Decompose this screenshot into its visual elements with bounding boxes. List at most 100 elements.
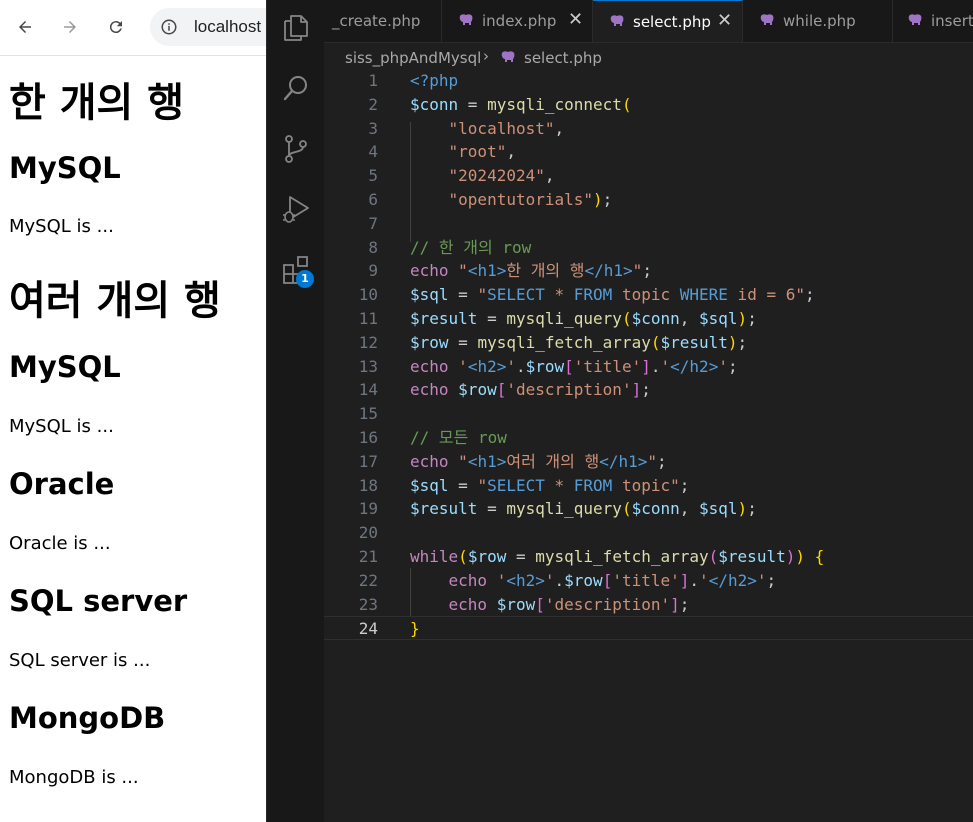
code-token: ; [657,451,667,471]
code-line[interactable]: 14 echo $row['description']; [324,378,973,402]
code-text[interactable]: echo $row['description']; [410,378,651,402]
code-line[interactable]: 19 $result = mysqli_query($conn, $sql); [324,497,973,521]
code-text[interactable]: $sql = "SELECT * FROM topic"; [410,474,689,498]
code-line[interactable]: 22 echo '<h2>'.$row['title'].'</h2>'; [324,569,973,593]
row-title: MySQL [9,350,121,384]
row-title: MySQL [9,151,121,185]
code-token: ' [506,356,516,376]
code-token: $conn [410,94,459,114]
php-file-icon [760,14,774,25]
code-token: WHERE [679,285,728,305]
line-number: 18 [358,475,378,495]
code-text[interactable]: "root", [410,140,516,164]
code-token: ) [727,332,738,352]
close-icon[interactable]: ✕ [717,10,732,31]
address-bar[interactable]: localhost [150,8,266,46]
code-text[interactable]: while($row = mysqli_fetch_array($result)… [410,545,824,569]
arrow-right-icon [64,21,76,33]
code-token: id = 6" [727,285,805,305]
tab-select-php[interactable]: select.php ✕ [593,0,743,42]
code-text[interactable]: "20242024", [410,164,555,188]
code-line[interactable]: 18 $sql = "SELECT * FROM topic"; [324,474,973,498]
code-text[interactable]: echo '<h2>'.$row['title'].'</h2>'; [410,355,738,379]
code-line[interactable]: 3 "localhost", [324,117,973,141]
breadcrumb-file[interactable]: select.php [524,49,602,67]
code-line[interactable]: 17 echo "<h1>여러 개의 행</h1>"; [324,450,973,474]
code-token: FROM [573,285,613,305]
code-token: ' [718,356,728,376]
code-token: ; [766,570,777,590]
search-button[interactable] [280,72,312,104]
code-text[interactable]: $result = mysqli_query($conn, $sql); [410,307,757,331]
code-text[interactable]: $conn = mysqli_connect( [410,93,632,117]
code-line[interactable]: 13 echo '<h2>'.$row['title'].'</h2>'; [324,355,973,379]
code-token: . [554,570,565,590]
code-token: , [544,166,555,186]
code-line[interactable]: 24} [324,616,973,641]
code-token: $row [525,356,565,376]
explorer-button[interactable] [280,12,312,44]
tab-create-php[interactable]: _create.php [324,0,442,42]
breadcrumb-folder[interactable]: siss_phpAndMysql [345,49,481,67]
code-line[interactable]: 2 $conn = mysqli_connect( [324,93,973,117]
code-line[interactable]: 11 $result = mysqli_query($conn, $sql); [324,307,973,331]
code-token: <h2> [467,356,507,376]
line-number: 14 [358,380,378,400]
code-text[interactable]: "localhost", [410,117,565,141]
code-line[interactable]: 7 [324,212,973,236]
code-token: <?php [410,71,459,90]
tab-while-php[interactable]: while.php [743,0,893,42]
code-text[interactable]: "opentutorials"); [410,188,613,212]
run-debug-button[interactable] [280,193,312,225]
code-text[interactable]: echo $row['description']; [410,593,690,617]
php-file-icon [459,14,473,25]
code-text[interactable]: echo '<h2>'.$row['title'].'</h2>'; [410,569,777,593]
line-number: 23 [358,594,378,614]
code-line[interactable]: 10 $sql = "SELECT * FROM topic WHERE id =… [324,283,973,307]
code-token: ; [679,594,690,614]
code-line[interactable]: 1 <?php [324,69,973,93]
line-number: 9 [368,261,378,281]
reload-button[interactable] [101,12,131,42]
code-token: mysqli_fetch_array [535,547,709,566]
row-description: SQL server is ... [9,650,151,671]
code-text[interactable]: echo "<h1>여러 개의 행</h1>"; [410,450,667,474]
code-line[interactable]: 23 echo $row['description']; [324,593,973,617]
code-text[interactable]: <?php [410,69,458,93]
code-line[interactable]: 15 [324,402,973,426]
code-editor[interactable]: 1 <?php 2 $conn = mysqli_connect(3 "localho… [324,71,973,822]
code-line[interactable]: 4 "root", [324,140,973,164]
code-token: " [647,451,658,471]
code-line[interactable]: 6 "opentutorials"); [324,188,973,212]
code-token: = [458,94,488,114]
info-icon[interactable] [160,18,178,36]
breadcrumb: siss_phpAndMysql › select.php [324,43,973,71]
code-text[interactable]: $sql = "SELECT * FROM topic WHERE id = 6… [410,283,815,307]
code-line[interactable]: 9 echo "<h1>한 개의 행</h1>"; [324,259,973,283]
tab-insert-php[interactable]: insert [893,0,973,42]
code-line[interactable]: 8 // 한 개의 row [324,236,973,260]
code-line[interactable]: 12 $row = mysqli_fetch_array($result); [324,331,973,355]
code-text[interactable]: $result = mysqli_query($conn, $sql); [410,497,757,521]
code-line[interactable]: 21 while($row = mysqli_fetch_array($resul… [324,545,973,569]
back-button[interactable] [10,12,40,42]
code-text[interactable]: // 모든 row [410,426,507,450]
code-line[interactable]: 20 [324,521,973,545]
code-line[interactable]: 16 // 모든 row [324,426,973,450]
code-token: echo [448,594,488,614]
code-text[interactable]: echo "<h1>한 개의 행</h1>"; [410,259,652,283]
code-text[interactable]: } [410,617,420,641]
code-text[interactable]: // 한 개의 row [410,236,531,260]
forward-button[interactable] [55,12,85,42]
close-icon[interactable]: ✕ [568,9,583,30]
url-text[interactable]: localhost [194,17,261,37]
tab-index-php[interactable]: index.php ✕ [442,0,593,42]
code-text[interactable]: $row = mysqli_fetch_array($result); [410,331,747,355]
code-line[interactable]: 5 "20242024", [324,164,973,188]
code-token: $sql [699,499,738,519]
code-token: SELECT [487,285,545,305]
code-token: . [689,570,700,590]
code-token: echo [410,356,449,376]
source-control-button[interactable] [280,133,312,165]
